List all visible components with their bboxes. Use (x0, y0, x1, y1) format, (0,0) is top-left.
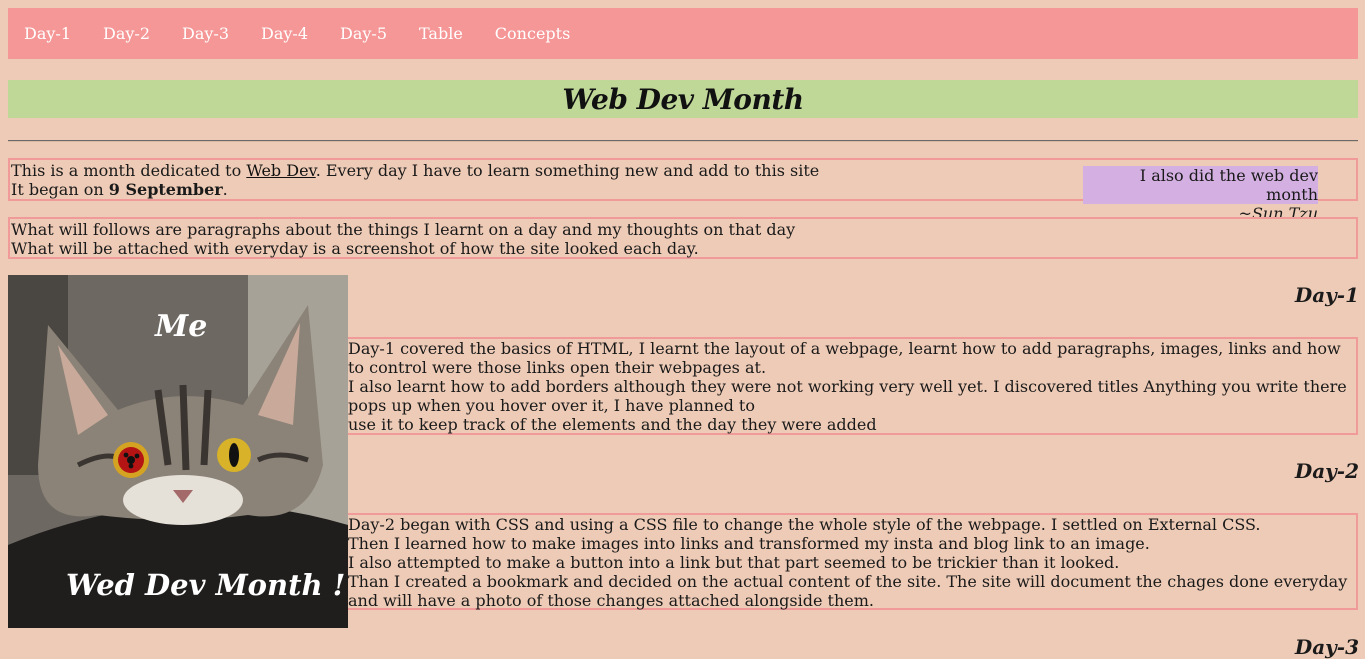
start-label: It began on (11, 180, 109, 199)
quote-text: I also did the web dev month (1139, 166, 1318, 204)
day-1-heading: Day-1 (1294, 283, 1359, 307)
nav-table[interactable]: Table (403, 8, 479, 59)
day-2-line: I also attempted to make a button into a… (348, 553, 1120, 572)
nav-day-1[interactable]: Day-1 (8, 8, 87, 59)
nav-concepts[interactable]: Concepts (479, 8, 587, 59)
day-1-line: Day-1 covered the basics of HTML, I lear… (348, 339, 1341, 377)
start-period: . (222, 180, 228, 199)
day-2-line: Day-2 began with CSS and using a CSS fil… (348, 515, 1261, 534)
day-2-line: Then I learned how to make images into l… (348, 534, 1150, 553)
nav-day-2[interactable]: Day-2 (87, 8, 166, 59)
nav-day-4[interactable]: Day-4 (245, 8, 324, 59)
start-date: 9 September (108, 180, 223, 199)
day-2-line: Than I created a bookmark and decided on… (348, 572, 1348, 610)
day-1-line: use it to keep track of the elements and… (348, 415, 877, 434)
page-title: Web Dev Month (562, 82, 804, 116)
web-dev-link[interactable]: Web Dev (246, 161, 315, 180)
divider (8, 140, 1358, 142)
top-nav: Day-1 Day-2 Day-3 Day-4 Day-5 Table Conc… (8, 8, 1358, 59)
about-line-1: What will follows are paragraphs about t… (11, 220, 796, 239)
quote-box: I also did the web dev month ~Sun Tzu (1083, 166, 1318, 223)
cat-image: Me Wed Dev Month ! (8, 275, 348, 628)
day-3-heading: Day-3 (1294, 635, 1359, 659)
image-top-text: Me (155, 309, 208, 344)
day-1-line: I also learnt how to add borders althoug… (348, 377, 1347, 415)
day-1-paragraph: Day-1 covered the basics of HTML, I lear… (348, 337, 1358, 435)
nav-day-3[interactable]: Day-3 (166, 8, 245, 59)
image-bottom-text: Wed Dev Month ! (66, 568, 346, 602)
title-banner: Web Dev Month (8, 80, 1358, 118)
nav-day-5[interactable]: Day-5 (324, 8, 403, 59)
about-box: What will follows are paragraphs about t… (8, 217, 1358, 259)
intro-text: This is a month dedicated to (11, 161, 247, 180)
about-line-2: What will be attached with everyday is a… (11, 239, 699, 258)
day-2-heading: Day-2 (1294, 459, 1359, 483)
day-2-paragraph: Day-2 began with CSS and using a CSS fil… (348, 513, 1358, 610)
intro-text-post: . Every day I have to learn something ne… (315, 161, 820, 180)
